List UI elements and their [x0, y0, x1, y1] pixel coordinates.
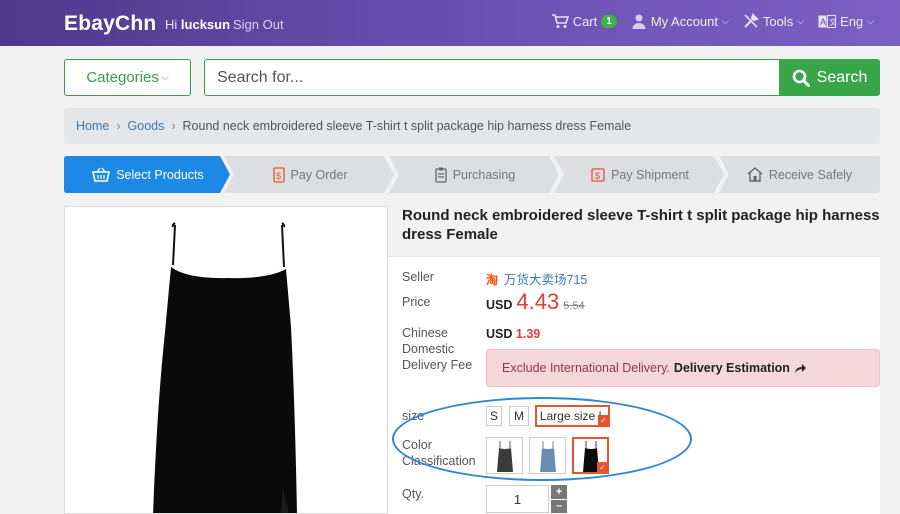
svg-text:$: $ [595, 171, 600, 181]
cart-link[interactable]: Cart 1 [551, 13, 617, 29]
step-pay-order: $ Pay Order [224, 156, 396, 193]
cart-count-badge: 1 [601, 14, 617, 28]
step-label: Pay Order [290, 167, 348, 182]
step-label: Receive Safely [768, 167, 853, 182]
price-label: Price [402, 295, 431, 309]
search-input[interactable]: Search for... [204, 59, 780, 96]
size-option-s[interactable]: S [486, 406, 502, 426]
top-navbar: EbayChn Hi lucksun Sign Out Cart 1 My Ac… [0, 0, 900, 46]
tools-menu[interactable]: Tools ⌵ [743, 13, 804, 29]
shipping-currency: USD [486, 327, 513, 341]
size-option-m[interactable]: M [509, 406, 529, 426]
search-icon [792, 69, 810, 87]
step-pay-shipment: $ Pay Shipment [554, 156, 726, 193]
original-price: 5.54 [563, 300, 585, 312]
size-option-large-label: Large size L [539, 409, 606, 423]
tools-icon [744, 13, 759, 28]
clipboard-icon [435, 167, 447, 183]
shipping-fee: 1.39 [515, 327, 541, 341]
breadcrumb-current: Round neck embroidered sleeve T-shirt t … [182, 119, 632, 133]
breadcrumb-separator: › [116, 119, 121, 133]
svg-text:$: $ [276, 171, 281, 181]
domestic-delivery-label: Chinese Domestic Delivery Fee [402, 326, 473, 372]
language-menu[interactable]: A 文 Eng ⌵ [818, 14, 874, 29]
user-icon [632, 14, 646, 29]
step-select-products: Select Products [64, 156, 232, 193]
categories-label: Categories [86, 69, 159, 86]
step-purchasing: Purchasing [389, 156, 561, 193]
product-image[interactable] [65, 207, 387, 514]
qty-label: Qty. [402, 487, 424, 501]
invoice-icon: $ [272, 166, 285, 183]
product-title: Round neck embroidered sleeve T-shirt t … [402, 207, 880, 243]
breadcrumb: Home › Goods › Round neck embroidered sl… [64, 108, 880, 144]
username[interactable]: lucksun [181, 17, 230, 32]
qty-decrement-button[interactable]: – [551, 499, 567, 513]
chevron-down-icon: ⌵ [797, 15, 805, 26]
color-classification-label: Color Classification [402, 438, 476, 468]
language-label: Eng [840, 13, 864, 29]
delivery-estimation-link[interactable]: Delivery Estimation [674, 361, 790, 375]
my-account-label: My Account [650, 13, 719, 29]
qty-input[interactable]: 1 [486, 485, 549, 513]
step-receive-safely: Receive Safely [719, 156, 880, 193]
order-progress-steps: Select Products $ Pay Order Purchasing $… [64, 156, 880, 193]
chevron-down-icon: ⌵ [161, 72, 169, 82]
categories-dropdown[interactable]: Categories ⌵ [64, 59, 191, 96]
qty-increment-button[interactable]: + [551, 485, 567, 499]
search-button[interactable]: Search [779, 59, 880, 96]
alert-text: Exclude International Delivery. [502, 361, 670, 375]
color-swatch-black[interactable]: ✓ [572, 437, 609, 474]
my-account-menu[interactable]: My Account ⌵ [631, 13, 729, 29]
size-label: size [402, 409, 425, 423]
seller-value: 淘 万货大卖场715 [486, 269, 587, 288]
color-swatch-denim-blue[interactable] [529, 437, 566, 474]
product-info-panel: Seller 淘 万货大卖场715 Price USD 4.43 5.54 Ch… [388, 256, 880, 514]
qty-stepper: + – [551, 485, 567, 513]
sign-out-link[interactable]: Sign Out [233, 17, 284, 32]
step-label: Pay Shipment [611, 167, 689, 182]
chevron-down-icon: ⌵ [867, 15, 874, 26]
step-label: Select Products [116, 167, 204, 182]
price-currency: USD [486, 298, 513, 312]
seller-link[interactable]: 万货大卖场715 [504, 269, 587, 288]
search-button-label: Search [816, 68, 868, 86]
domestic-delivery-value: USD 1.39 [486, 327, 540, 341]
breadcrumb-home[interactable]: Home [76, 119, 109, 133]
price-value: USD 4.43 5.54 [486, 289, 585, 315]
payment-icon: $ [591, 167, 605, 182]
check-icon: ✓ [597, 462, 608, 473]
svg-text:A: A [820, 17, 826, 27]
home-icon [747, 167, 763, 182]
header-nav: Cart 1 My Account ⌵ Tools ⌵ A 文 Eng ⌵ [551, 13, 874, 29]
breadcrumb-separator: › [171, 119, 176, 133]
cart-label: Cart [572, 13, 598, 29]
brand-logo[interactable]: EbayChn [64, 12, 156, 36]
chevron-down-icon: ⌵ [722, 15, 729, 26]
svg-text:淘: 淘 [486, 272, 498, 286]
product-image-card [64, 206, 388, 514]
share-arrow-icon [794, 363, 806, 373]
size-option-large[interactable]: Large size L ✓ [535, 405, 610, 427]
taobao-icon: 淘 [486, 271, 500, 286]
breadcrumb-goods[interactable]: Goods [128, 119, 165, 133]
check-icon: ✓ [598, 415, 609, 426]
step-label: Purchasing [452, 167, 516, 182]
dress-thumbnail [496, 441, 513, 472]
current-price: 4.43 [516, 289, 560, 314]
cart-icon [551, 14, 569, 28]
svg-text:文: 文 [829, 17, 836, 27]
tools-label: Tools [762, 13, 794, 29]
color-swatch-dark-grey[interactable] [486, 437, 523, 474]
greeting-prefix: Hi [165, 17, 178, 32]
basket-icon [92, 167, 111, 182]
delivery-alert: Exclude International Delivery. Delivery… [486, 349, 880, 387]
seller-label: Seller [402, 270, 434, 284]
dress-thumbnail [539, 441, 556, 472]
translate-icon: A 文 [818, 14, 837, 28]
greeting: Hi lucksun [165, 17, 230, 32]
